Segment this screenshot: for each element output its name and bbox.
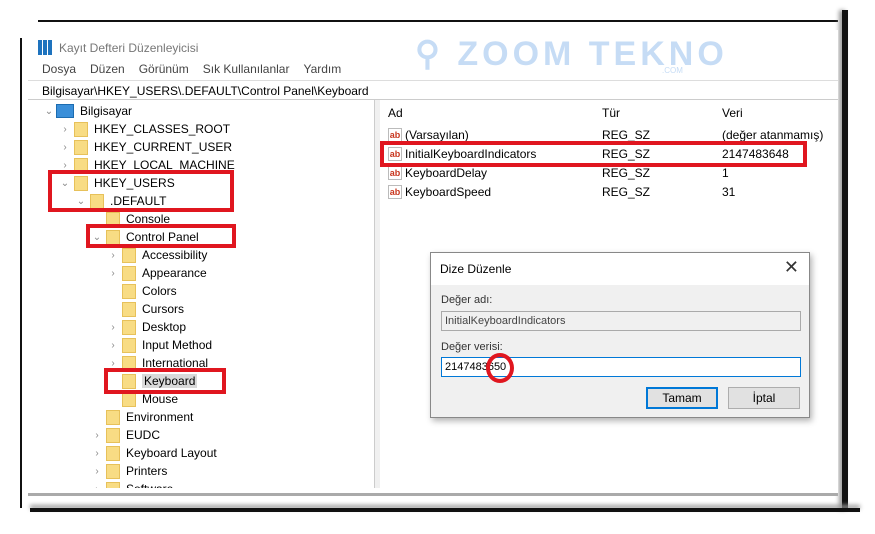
title-bar: Kayıt Defteri Düzenleyicisi	[38, 40, 198, 55]
highlight-box	[104, 368, 226, 394]
chevron-right-icon[interactable]: ›	[108, 250, 118, 261]
chevron-right-icon[interactable]: ›	[108, 322, 118, 333]
chevron-right-icon[interactable]: ›	[92, 466, 102, 477]
tree-item-label: Printers	[126, 464, 168, 478]
frame-decoration	[30, 508, 860, 512]
folder-icon	[106, 409, 120, 425]
ok-button[interactable]: Tamam	[646, 387, 718, 409]
chevron-right-icon[interactable]: ›	[108, 340, 118, 351]
folder-icon	[122, 265, 136, 281]
value-type: REG_SZ	[602, 185, 651, 199]
value-data: 31	[722, 185, 736, 199]
chevron-down-icon[interactable]: ⌄	[44, 106, 54, 117]
value-name: (Varsayılan)	[405, 128, 469, 142]
chevron-right-icon[interactable]: ›	[92, 430, 102, 441]
menu-item[interactable]: Görünüm	[139, 62, 189, 76]
list-item[interactable]: ab KeyboardSpeed	[388, 183, 491, 201]
menu-bar: Dosya Düzen Görünüm Sık Kullanılanlar Yardım	[42, 62, 341, 76]
string-value-icon: ab	[388, 185, 402, 199]
tree-item-label: Appearance	[142, 266, 207, 280]
folder-icon	[122, 319, 136, 335]
highlight-box	[48, 170, 234, 212]
tree-item-label: Desktop	[142, 320, 187, 334]
tree-item-label: Colors	[142, 284, 177, 298]
tree-item[interactable]: › Software	[92, 480, 173, 488]
tree-item-label: Cursors	[142, 302, 185, 316]
chevron-right-icon[interactable]: ›	[108, 268, 118, 279]
tree-item[interactable]: Colors	[108, 282, 177, 300]
highlight-box	[380, 141, 807, 167]
folder-icon	[122, 247, 136, 263]
folder-icon	[106, 445, 120, 461]
tree-item[interactable]: › HKEY_CURRENT_USER	[60, 138, 232, 156]
folder-icon	[74, 139, 88, 155]
tree-item[interactable]: ⌄ Bilgisayar	[44, 102, 132, 120]
tree-item-label: HKEY_CLASSES_ROOT	[94, 122, 231, 136]
tree-item-label: Mouse	[142, 392, 179, 406]
value-data-label: Değer verisi:	[441, 341, 503, 353]
chevron-right-icon[interactable]: ›	[92, 484, 102, 489]
value-name: KeyboardDelay	[405, 166, 488, 180]
tree-item-label: HKEY_CURRENT_USER	[94, 140, 233, 154]
folder-icon	[122, 337, 136, 353]
frame-decoration	[20, 38, 22, 508]
tree-view[interactable]: ⌄ Bilgisayar › HKEY_CLASSES_ROOT › HKEY_CURRE…	[30, 100, 375, 488]
tree-item[interactable]: › Keyboard Layout	[92, 444, 217, 462]
tree-item-label: EUDC	[126, 428, 161, 442]
dialog-title-bar: Dize Düzenle ✕	[431, 253, 809, 285]
menu-item[interactable]: Sık Kullanılanlar	[203, 62, 290, 76]
tree-item[interactable]: › Desktop	[108, 318, 186, 336]
window-title: Kayıt Defteri Düzenleyicisi	[59, 40, 199, 55]
close-icon[interactable]: ✕	[784, 257, 799, 278]
value-name-field: InitialKeyboardIndicators	[441, 311, 801, 331]
tree-item[interactable]: › Input Method	[108, 336, 212, 354]
string-value-icon: ab	[388, 128, 402, 142]
folder-icon	[122, 283, 136, 299]
column-header-name[interactable]: Ad	[388, 106, 403, 120]
address-bar[interactable]: Bilgisayar\HKEY_USERS\.DEFAULT\Control P…	[28, 80, 838, 100]
tree-item-label: Software	[126, 482, 173, 488]
tree-item[interactable]: › HKEY_CLASSES_ROOT	[60, 120, 230, 138]
tree-item[interactable]: Cursors	[108, 300, 184, 318]
tree-item-label: Accessibility	[142, 248, 208, 262]
tree-item-label: Environment	[126, 410, 194, 424]
tree-item[interactable]: Environment	[92, 408, 193, 426]
edit-string-dialog: Dize Düzenle ✕ Değer adı: InitialKeyboar…	[430, 252, 810, 418]
dialog-title: Dize Düzenle	[440, 262, 512, 276]
folder-icon	[106, 463, 120, 479]
chevron-right-icon[interactable]: ›	[60, 124, 70, 135]
highlight-circle	[486, 353, 514, 383]
folder-icon	[106, 427, 120, 443]
menu-item[interactable]: Düzen	[90, 62, 125, 76]
tree-item[interactable]: › EUDC	[92, 426, 160, 444]
tree-item-label: Bilgisayar	[80, 104, 133, 118]
chevron-right-icon[interactable]: ›	[60, 142, 70, 153]
tree-item[interactable]: › Appearance	[108, 264, 207, 282]
tree-item[interactable]: › Accessibility	[108, 246, 207, 264]
string-value-icon: ab	[388, 166, 402, 180]
menu-item[interactable]: Dosya	[42, 62, 76, 76]
column-header-data[interactable]: Veri	[722, 106, 743, 120]
chevron-right-icon[interactable]: ›	[60, 160, 70, 171]
computer-icon	[56, 104, 74, 118]
frame-decoration	[38, 20, 838, 22]
column-header-type[interactable]: Tür	[602, 106, 620, 120]
tree-item[interactable]: › Printers	[92, 462, 167, 480]
tree-item-label: Input Method	[142, 338, 213, 352]
folder-icon	[122, 301, 136, 317]
frame-decoration	[842, 10, 848, 510]
menu-item[interactable]: Yardım	[303, 62, 341, 76]
folder-icon	[74, 121, 88, 137]
chevron-right-icon[interactable]: ›	[92, 448, 102, 459]
cancel-button[interactable]: İptal	[728, 387, 800, 409]
chevron-right-icon[interactable]: ›	[108, 358, 118, 369]
tree-item-label: Keyboard Layout	[126, 446, 217, 460]
value-name: KeyboardSpeed	[405, 185, 492, 199]
folder-icon	[106, 481, 120, 488]
highlight-box	[86, 224, 236, 248]
value-name-label: Değer adı:	[441, 294, 493, 306]
regedit-icon	[38, 40, 53, 55]
watermark-logo-sub: .COM	[662, 66, 683, 75]
